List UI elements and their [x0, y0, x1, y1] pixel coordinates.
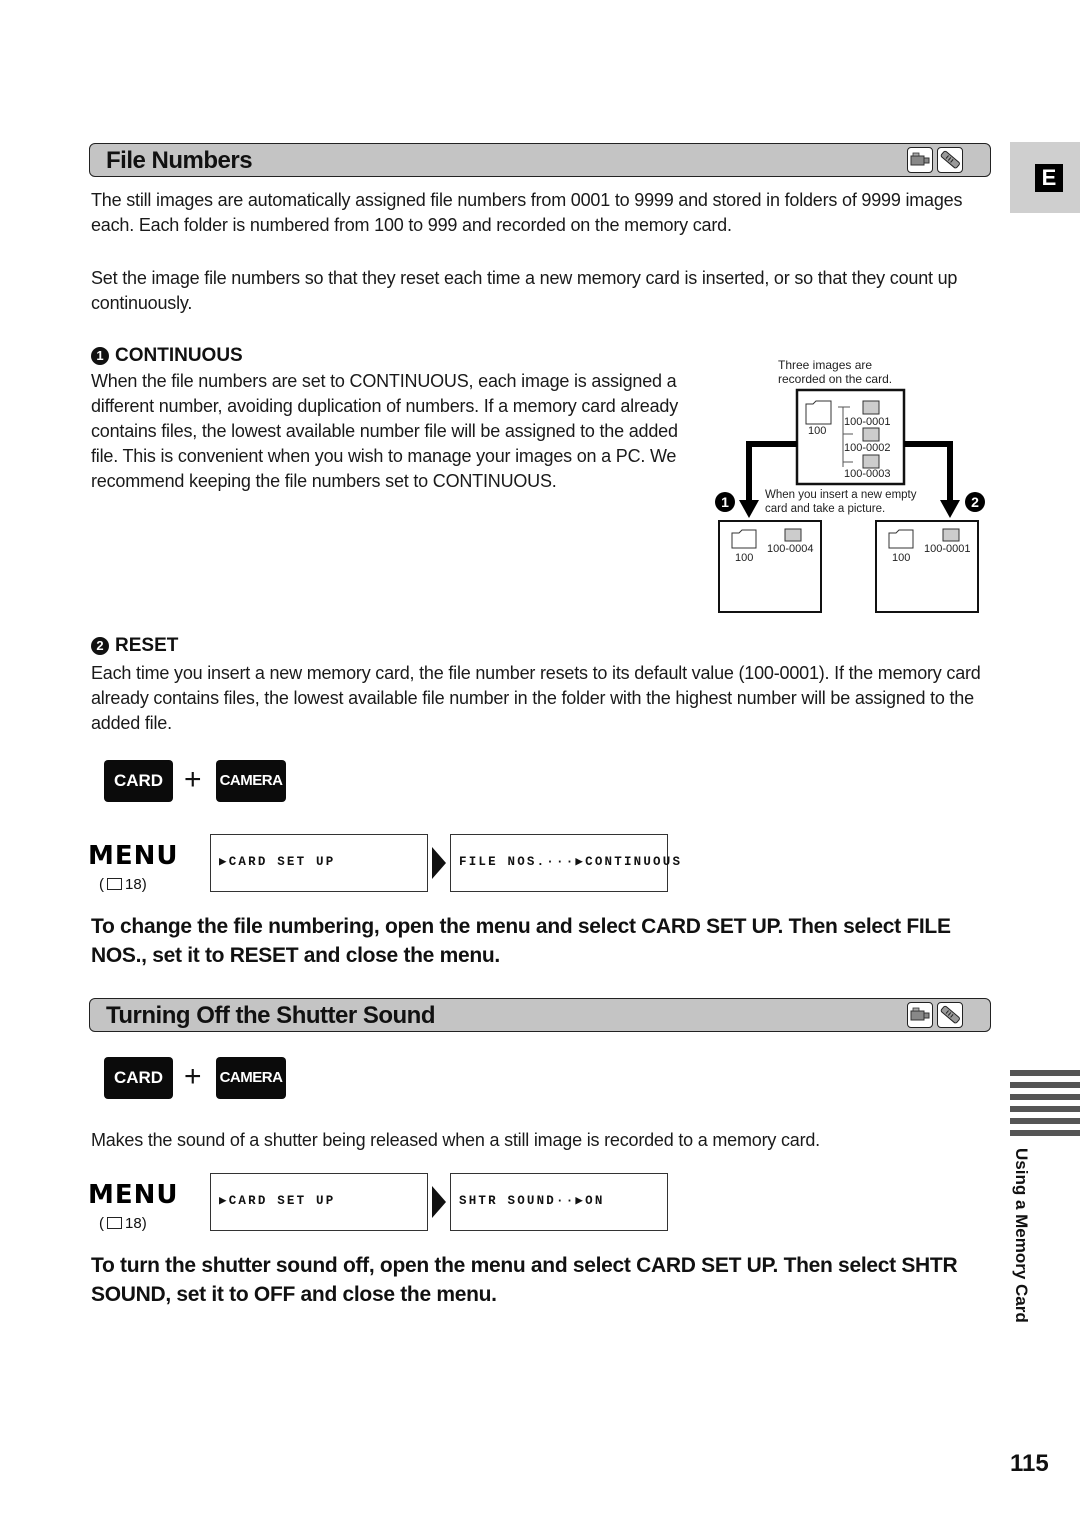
next-step-arrow-icon	[432, 847, 446, 879]
diagram-caption-mid-2: card and take a picture.	[765, 503, 885, 515]
file-label: 100-0002	[844, 442, 891, 454]
book-icon	[107, 1217, 122, 1229]
section-stripe	[1010, 1070, 1080, 1076]
page-reference: (18)	[99, 1215, 147, 1232]
section-stripe	[1010, 1130, 1080, 1136]
folder-icon	[731, 529, 757, 549]
card-mode-key: CARD	[104, 1057, 173, 1099]
shutter-sound-description: Makes the sound of a shutter being relea…	[91, 1130, 820, 1150]
reset-description: Each time you insert a new memory card, …	[91, 663, 981, 733]
card-mode-key: CARD	[104, 760, 173, 802]
menu-step-file-nos: FILE NOS.···▶CONTINUOUS	[450, 834, 680, 892]
image-file-icon	[862, 454, 880, 469]
menu-step-card-setup: ▶CARD SET UP	[210, 834, 428, 892]
plus-sign: +	[184, 1060, 202, 1093]
continuous-description: When the file numbers are set to CONTINU…	[91, 371, 678, 491]
number-1-marker: 1	[91, 347, 109, 365]
camcorder-icon	[907, 1002, 933, 1028]
file-label: 100-0003	[844, 468, 891, 480]
language-tab-letter: E	[1035, 164, 1063, 192]
reset-heading: 2 RESET	[91, 635, 178, 657]
next-step-arrow-icon	[432, 1186, 446, 1218]
svg-text:100-0001: 100-0001	[924, 543, 971, 555]
remote-control-icon	[937, 147, 963, 173]
number-2-marker: 2	[91, 637, 109, 655]
reset-heading-text: RESET	[115, 635, 179, 656]
section-stripe	[1010, 1106, 1080, 1112]
menu-step-card-setup: ▶CARD SET UP	[210, 1173, 428, 1231]
section-stripe	[1010, 1094, 1080, 1100]
page-reference: (18)	[99, 876, 147, 893]
image-file-icon	[784, 528, 802, 542]
page-number: 115	[1010, 1450, 1049, 1477]
shutter-sound-instruction: To turn the shutter sound off, open the …	[91, 1254, 958, 1306]
section-stripe	[1010, 1118, 1080, 1124]
intro-paragraph: The still images are automatically assig…	[91, 190, 963, 235]
section-title: File Numbers	[106, 147, 253, 174]
folder-label: 100	[808, 425, 826, 437]
image-file-icon	[862, 427, 880, 442]
plus-sign: +	[184, 763, 202, 796]
section-header-file-numbers: File Numbers	[89, 143, 991, 177]
svg-text:100: 100	[892, 552, 910, 564]
image-file-icon	[942, 528, 960, 542]
file-label: 100-0001	[844, 416, 891, 428]
menu-label: MENU	[88, 1180, 179, 1210]
image-file-icon	[862, 400, 880, 415]
folder-icon	[888, 529, 914, 549]
menu-step-shtr-sound: SHTR SOUND··▶ON	[450, 1173, 668, 1231]
diagram-caption-mid-1: When you insert a new empty	[765, 489, 917, 501]
svg-text:100: 100	[735, 552, 753, 564]
svg-text:100-0004: 100-0004	[767, 543, 814, 555]
remote-control-icon	[937, 1002, 963, 1028]
svg-text:2: 2	[971, 494, 979, 510]
diagram-caption-top-2: recorded on the card.	[778, 372, 892, 386]
menu-label: MENU	[88, 841, 179, 871]
intro-paragraph-2: Set the image file numbers so that they …	[91, 268, 958, 313]
chapter-label: Using a Memory Card	[1012, 1148, 1031, 1323]
section-stripe	[1010, 1082, 1080, 1088]
diagram-caption-top-1: Three images are	[778, 358, 872, 372]
camcorder-icon	[907, 147, 933, 173]
section-header-shutter-sound: Turning Off the Shutter Sound	[89, 998, 991, 1032]
section-title: Turning Off the Shutter Sound	[106, 1002, 436, 1029]
file-number-diagram: Three images are recorded on the card. 1…	[715, 358, 985, 613]
continuous-heading: 1 CONTINUOUS	[91, 345, 243, 367]
language-tab: E	[1010, 142, 1080, 213]
camera-mode-key: CAMERA	[216, 1057, 286, 1099]
svg-text:1: 1	[721, 494, 729, 510]
camera-mode-key: CAMERA	[216, 760, 286, 802]
book-icon	[107, 878, 122, 890]
continuous-heading-text: CONTINUOUS	[115, 345, 243, 366]
file-numbering-instruction: To change the file numbering, open the m…	[91, 915, 951, 967]
folder-icon	[805, 400, 832, 425]
